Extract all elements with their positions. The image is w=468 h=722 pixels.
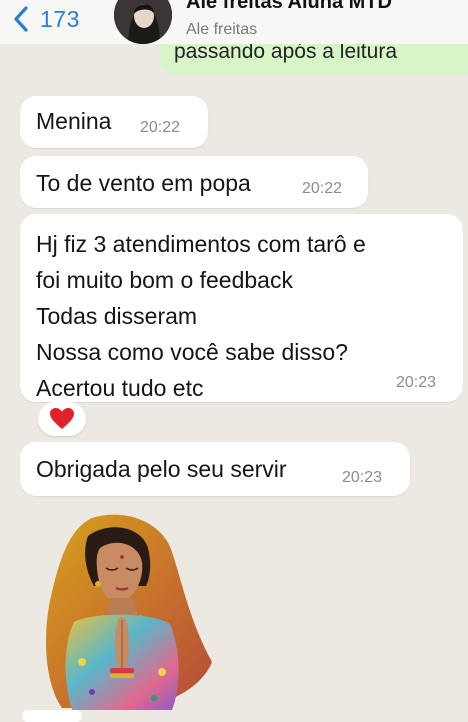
message-text: To de vento em popa	[36, 170, 251, 196]
message-time: 20:22	[302, 180, 343, 197]
message-text: Hj fiz 3 atendimentos com tarô e foi mui…	[36, 226, 366, 406]
avatar[interactable]	[114, 0, 172, 44]
next-message-bubble-edge	[22, 710, 82, 722]
message-line: Nossa como você sabe disso?	[36, 339, 348, 365]
chat-area: passando após a leitura Menina 20:22 To …	[0, 0, 468, 722]
heart-icon	[50, 408, 74, 429]
message-time: 20:22	[140, 119, 181, 136]
chat-header: 173 Ale freitas Aluna MTD Ale freitas	[0, 0, 468, 44]
message-line: Hj fiz 3 atendimentos com tarô e	[36, 231, 366, 257]
message-line: Todas disseram	[36, 303, 198, 329]
message-time: 20:23	[396, 374, 437, 391]
sticker-praying-woman[interactable]	[22, 512, 222, 712]
incoming-message-bubble[interactable]: Obrigada pelo seu servir 20:23	[20, 442, 410, 496]
unread-count: 173	[40, 5, 80, 32]
message-text: Menina	[36, 108, 112, 134]
contact-photo	[114, 0, 172, 44]
incoming-message-bubble[interactable]: To de vento em popa 20:22	[20, 156, 368, 208]
incoming-message-bubble[interactable]: Hj fiz 3 atendimentos com tarô e foi mui…	[20, 214, 463, 402]
back-button[interactable]: 173	[10, 4, 80, 34]
message-time: 20:23	[342, 469, 383, 486]
praying-woman-sticker-image	[46, 514, 213, 710]
message-reaction[interactable]	[38, 402, 86, 436]
message-line: Acertou tudo etc	[36, 375, 204, 401]
contact-name[interactable]: Ale freitas Aluna MTD	[186, 0, 392, 14]
message-line: foi muito bom o feedback	[36, 267, 293, 293]
message-text: Obrigada pelo seu servir	[36, 456, 287, 482]
incoming-message-bubble[interactable]: Menina 20:22	[20, 96, 208, 148]
chevron-left-icon	[14, 6, 28, 32]
contact-subtitle: Ale freitas	[186, 21, 258, 38]
